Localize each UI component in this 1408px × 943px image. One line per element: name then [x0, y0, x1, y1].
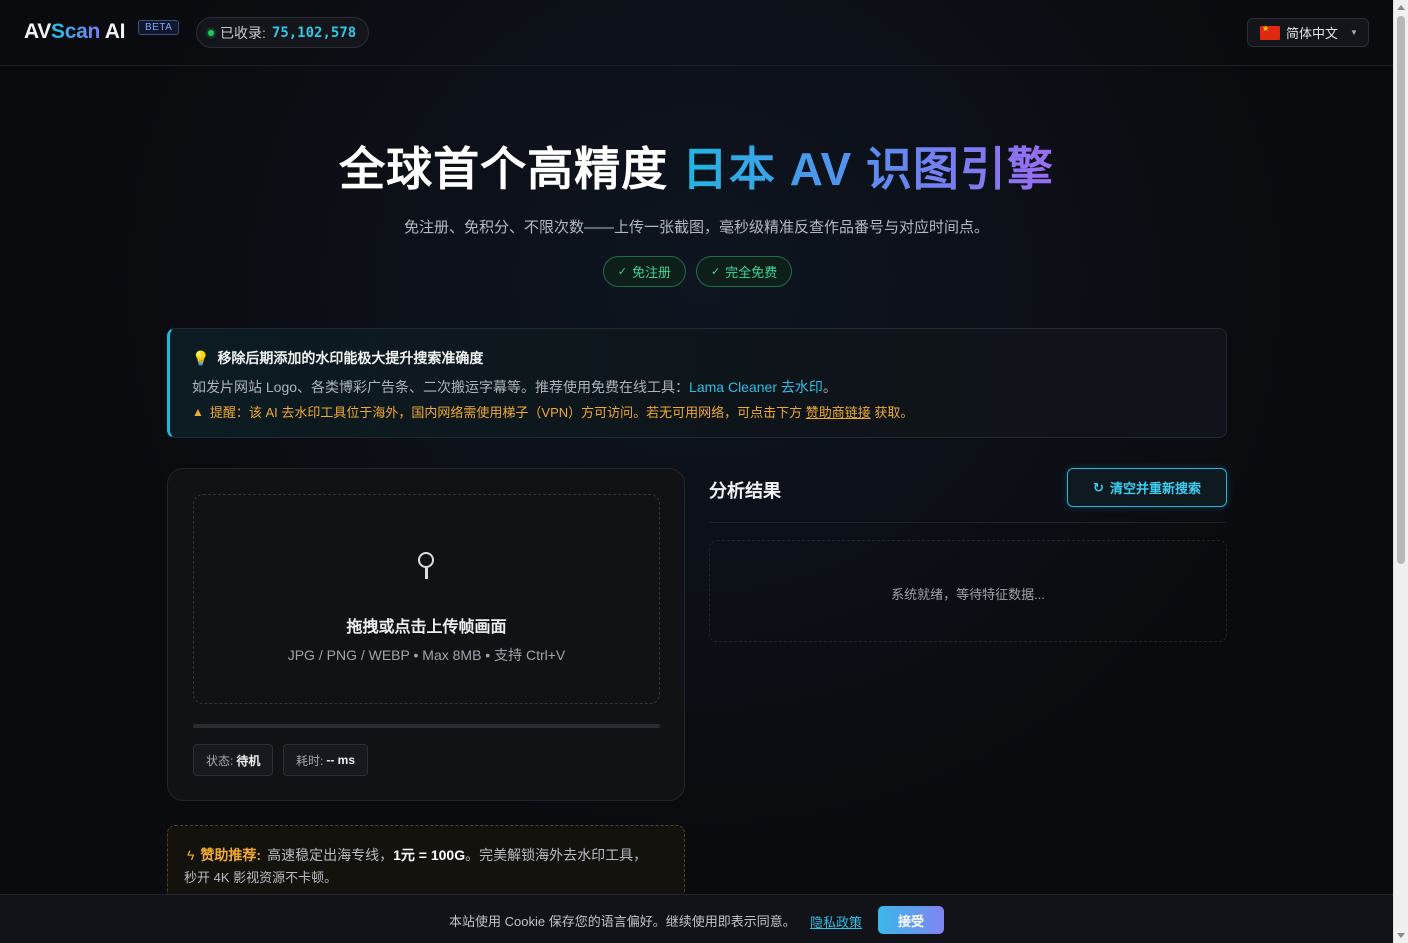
check-icon: ✓	[617, 266, 627, 278]
status-dot-icon	[208, 29, 214, 36]
dropzone-title: 拖拽或点击上传帧画面	[346, 619, 507, 636]
results-empty-message: 系统就绪，等待特征数据...	[891, 587, 1045, 602]
watermark-notice: 💡 移除后期添加的水印能极大提升搜索准确度 如发片网站 Logo、各类博彩广告条、…	[167, 328, 1227, 438]
notice-title: 💡 移除后期添加的水印能极大提升搜索准确度	[192, 349, 484, 367]
accept-cookie-button[interactable]: 接受	[878, 906, 944, 934]
notice-description: 如发片网站 Logo、各类博彩广告条、二次搬运字幕等。推荐使用免费在线工具：La…	[192, 379, 837, 395]
lightning-icon: ϟ	[187, 847, 195, 863]
results-title: 分析结果	[709, 481, 781, 501]
hero-subtitle: 免注册、免积分、不限次数——上传一张截图，毫秒级精准反查作品番号与对应时间点。	[403, 219, 989, 236]
upload-dropzone[interactable]: 拖拽或点击上传帧画面 JPG / PNG / WEBP • Max 8MB • …	[193, 494, 660, 704]
language-label: 简体中文	[1286, 26, 1339, 41]
scroll-down-icon[interactable]	[1397, 933, 1405, 938]
tag-no-register: ✓ 免注册	[602, 256, 686, 287]
indexed-count-label: 已收录:	[220, 24, 266, 41]
notice-warning: ▲ 提醒：该 AI 去水印工具位于海外，国内网络需使用梯子（VPN）方可访问。若无…	[192, 404, 914, 421]
top-nav: AVScan AI BETA 已收录: 75,102,578 简体中文 ▼	[0, 0, 1393, 66]
check-icon: ✓	[711, 266, 721, 278]
language-selector[interactable]: 简体中文 ▼	[1247, 18, 1369, 47]
results-divider	[709, 522, 1227, 523]
upload-card: 拖拽或点击上传帧画面 JPG / PNG / WEBP • Max 8MB • …	[167, 468, 685, 801]
chevron-down-icon: ▼	[1350, 28, 1358, 37]
privacy-policy-link[interactable]: 隐私政策	[810, 912, 862, 931]
cookie-banner: 本站使用 Cookie 保存您的语言偏好。继续使用即表示同意。 隐私政策 接受	[0, 894, 1393, 943]
china-flag-icon	[1260, 24, 1280, 40]
cookie-text: 本站使用 Cookie 保存您的语言偏好。继续使用即表示同意。	[449, 914, 796, 929]
hero-title: 全球首个高精度 日本 AV 识图引擎	[339, 143, 1054, 195]
scrollbar-thumb[interactable]	[1397, 16, 1405, 564]
sponsor-card[interactable]: ϟ 赞助推荐: 高速稳定出海专线，1元 = 100G。完美解锁海外去水印工具， …	[167, 825, 685, 905]
sponsor-line-2: 秒开 4K 影视资源不卡顿。	[184, 870, 338, 885]
page: AVScan AI BETA 已收录: 75,102,578 简体中文 ▼ 全球…	[0, 0, 1393, 943]
indexed-count-badge: 已收录: 75,102,578	[196, 17, 370, 48]
sponsor-link[interactable]: 赞助商链接	[806, 405, 871, 420]
beta-badge: BETA	[138, 20, 180, 35]
page-scrollbar[interactable]	[1393, 0, 1408, 943]
refresh-icon: ↻	[1093, 479, 1104, 495]
site-logo[interactable]: AVScan AI	[24, 20, 125, 44]
scroll-up-icon[interactable]	[1397, 5, 1405, 10]
lightbulb-icon: 💡	[192, 349, 210, 366]
indexed-count-value: 75,102,578	[271, 24, 357, 41]
results-panel: 系统就绪，等待特征数据...	[709, 540, 1227, 642]
warning-icon: ▲	[192, 404, 204, 419]
feature-tags: ✓ 免注册 ✓ 完全免费	[0, 256, 1393, 287]
upload-progress-bar	[193, 724, 660, 728]
search-icon	[416, 550, 438, 584]
elapsed-time-value: -- ms	[326, 753, 356, 767]
lama-cleaner-link[interactable]: Lama Cleaner 去水印	[689, 379, 823, 395]
sponsor-line-1: ϟ 赞助推荐: 高速稳定出海专线，1元 = 100G。完美解锁海外去水印工具，	[187, 847, 648, 863]
elapsed-time-chip: 耗时: -- ms	[283, 744, 369, 776]
clear-and-research-button[interactable]: ↻ 清空并重新搜索	[1067, 468, 1227, 507]
dropzone-subtitle: JPG / PNG / WEBP • Max 8MB • 支持 Ctrl+V	[287, 647, 566, 663]
status-value: 待机	[236, 753, 261, 768]
status-chip: 状态: 待机	[193, 744, 274, 776]
sponsor-label: 赞助推荐:	[200, 847, 262, 863]
tag-free: ✓ 完全免费	[696, 256, 793, 287]
